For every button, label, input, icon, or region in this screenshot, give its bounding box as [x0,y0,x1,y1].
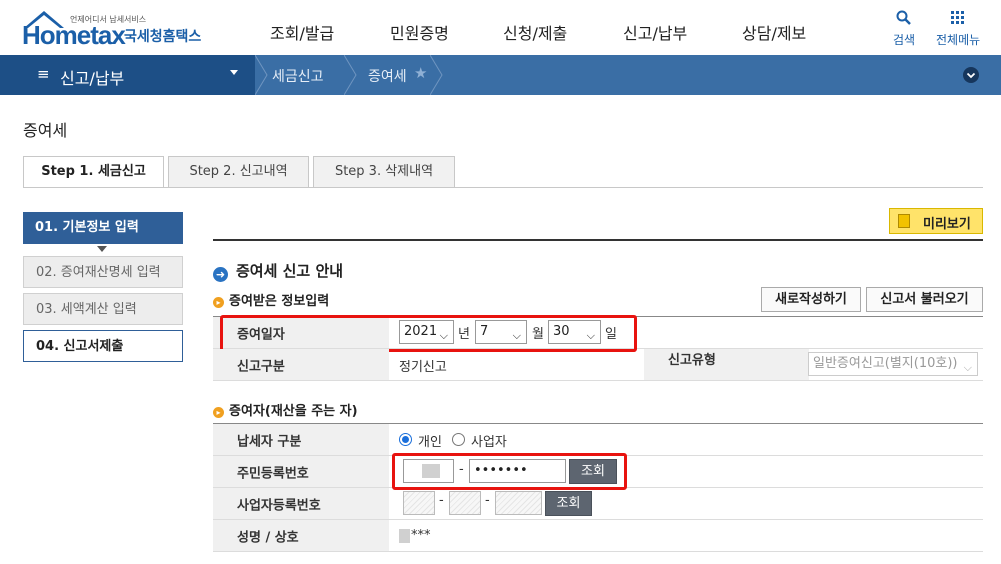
step-tax-calc[interactable]: 03. 세액계산 입력 [23,293,183,325]
breadcrumb-gift-tax[interactable]: 증여세 [368,66,407,86]
brn-lookup-button[interactable]: 조회 [545,491,592,516]
breadcrumb-separator [344,55,357,95]
recipient-info-title-text: 증여받은 정보입력 [229,294,330,309]
grid-icon [951,11,965,24]
brn-part3-input[interactable] [495,491,542,515]
search-button[interactable]: 검색 [893,10,915,48]
breadcrumb-bar: ≡ 신고/납부 세금신고 증여세 ★ [0,55,1001,95]
brn-dash: - [439,493,444,508]
load-report-button[interactable]: 신고서 불러오기 [866,287,983,312]
report-kind-label: 신고유형 [644,349,809,380]
gnb-consultation[interactable]: 상담/제보 [742,20,806,44]
expand-circle-button[interactable] [963,67,979,83]
taxpayer-type-label: 납세자 구분 [213,424,389,455]
radio-business-label: 사업자 [471,435,507,450]
page-title: 증여세 [23,121,68,140]
step-basic-info[interactable]: 01. 기본정보 입력 [23,212,183,244]
report-type-label: 신고구분 [213,349,389,380]
breadcrumb-menu[interactable]: ≡ 신고/납부 [0,55,255,95]
caret-down-icon [230,70,238,75]
radio-personal-label: 개인 [418,435,442,450]
step-submit[interactable]: 04. 신고서제출 [23,330,183,362]
breadcrumb-tax-report[interactable]: 세금신고 [272,66,324,86]
breadcrumb-separator [430,55,443,95]
report-type-value: 정기신고 [399,360,447,375]
section-title-text: 증여세 신고 안내 [236,262,344,280]
tab-step3[interactable]: Step 3. 삭제내역 [313,156,455,188]
name-row: 성명 / 상호 [213,520,983,552]
name-value: *** [411,528,431,543]
highlight-rrn [392,453,627,490]
radio-personal[interactable] [399,433,412,446]
search-label: 검색 [893,33,916,47]
brn-row: 사업자등록번호 [213,488,983,520]
arrow-circle-icon: ➜ [213,267,228,282]
breadcrumb-separator [255,55,268,95]
logo-korean: 국세청홈택스 [124,29,202,45]
giver-info-title-text: 증여자(재산을 주는 자) [229,404,358,419]
hometax-logo[interactable]: 언제어디서 납세서비스 Hometax 국세청홈택스 [22,8,212,50]
name-label: 성명 / 상호 [213,520,389,551]
brn-dash: - [485,493,490,508]
search-icon [896,10,911,25]
all-menu-button[interactable]: 전체메뉴 [936,10,980,48]
step-gift-property[interactable]: 02. 증여재산명세 입력 [23,256,183,288]
radio-business[interactable] [452,433,465,446]
gnb-filing-payment[interactable]: 신고/납부 [623,20,687,44]
chevron-down-icon: ⌵ [963,361,972,374]
report-kind-select[interactable]: 일반증여신고(별지(10호)) ⌵ [808,352,978,376]
rrn-label: 주민등록번호 [213,456,389,487]
preview-label: 미리보기 [923,217,971,232]
new-write-button[interactable]: 새로작성하기 [761,287,861,312]
content-divider [213,239,983,241]
tab-divider [23,187,983,188]
document-icon [898,214,910,228]
bullet-icon: ▸ [213,297,224,308]
brn-part1-input[interactable] [403,491,435,515]
breadcrumb-menu-label: 신고/납부 [60,69,125,88]
brn-part2-input[interactable] [449,491,481,515]
masked-name-part [399,529,410,543]
all-menu-label: 전체메뉴 [936,33,981,47]
bullet-icon: ▸ [213,407,224,418]
gnb-inquiry[interactable]: 조회/발급 [270,20,334,44]
giver-info-title: ▸ 증여자(재산을 주는 자) [213,400,358,419]
highlight-gift-date [220,315,637,352]
gnb-application[interactable]: 신청/제출 [503,20,567,44]
section-title: ➜ 증여세 신고 안내 [213,260,343,282]
top-header: 언제어디서 납세서비스 Hometax 국세청홈택스 조회/발급 민원증명 신청… [0,0,1001,55]
gnb-certificate[interactable]: 민원증명 [390,20,449,44]
tab-step2[interactable]: Step 2. 신고내역 [168,156,309,188]
recipient-info-title: ▸ 증여받은 정보입력 [213,290,329,309]
star-icon[interactable]: ★ [414,64,427,82]
brn-label: 사업자등록번호 [213,488,389,519]
chevron-down-icon [966,72,976,79]
step-arrow-icon [97,246,107,252]
preview-button[interactable]: 미리보기 [889,208,983,234]
taxpayer-type-row: 납세자 구분 [213,424,983,456]
hamburger-icon: ≡ [37,65,50,83]
logo-wordmark: Hometax [22,20,126,50]
tab-step1[interactable]: Step 1. 세금신고 [23,156,164,188]
